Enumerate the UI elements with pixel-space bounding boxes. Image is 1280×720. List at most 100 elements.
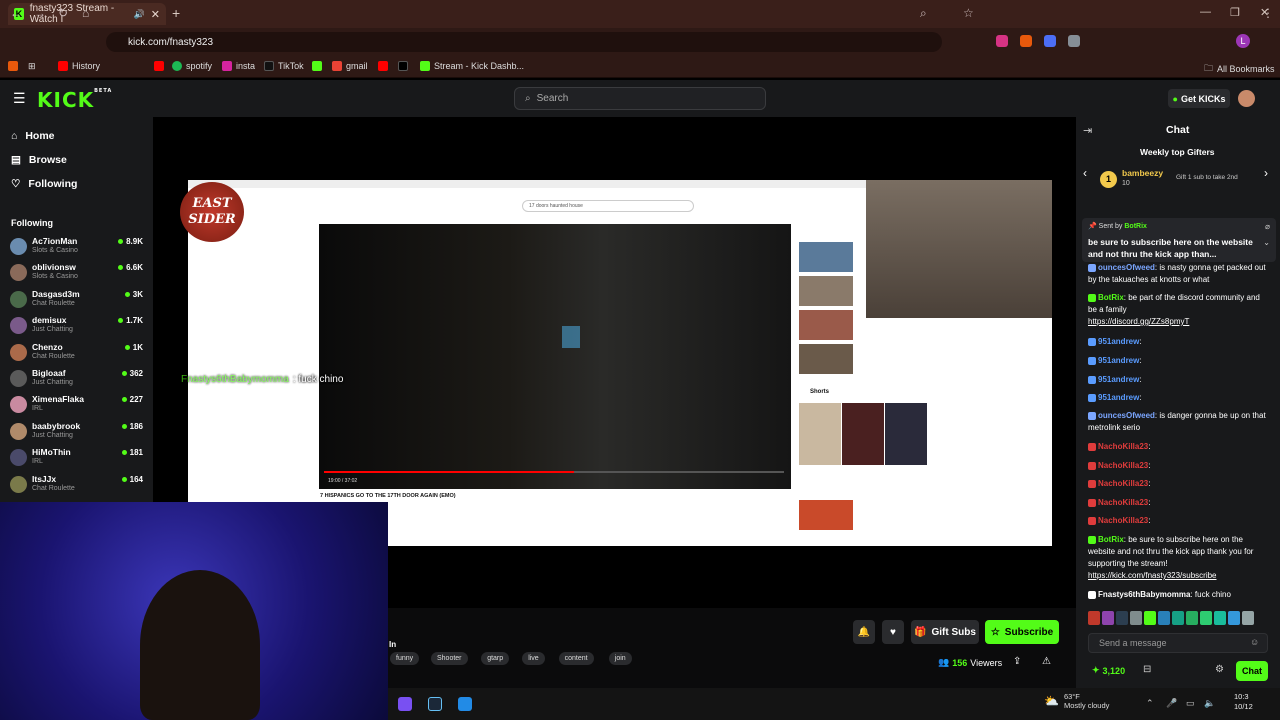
- share-icon[interactable]: ⇪: [1013, 656, 1021, 667]
- follow-heart-button[interactable]: ♥: [882, 620, 904, 644]
- chat-username[interactable]: 951andrew: [1098, 393, 1139, 402]
- top-gifter[interactable]: 1 bambeezy 10 Gift 1 sub to take 2nd: [1100, 168, 1260, 192]
- profile-avatar[interactable]: L: [1236, 34, 1250, 48]
- all-bookmarks[interactable]: 🗀 All Bookmarks: [1204, 61, 1275, 77]
- stream-tag[interactable]: live: [522, 652, 545, 665]
- back-icon[interactable]: ←: [10, 6, 22, 20]
- following-item[interactable]: HiMoThin IRL 181: [10, 447, 146, 471]
- kick-logo[interactable]: KICKBETA: [37, 88, 112, 112]
- minimize-button[interactable]: —: [1200, 6, 1211, 18]
- following-item[interactable]: Ac7ionMan Slots & Casino 8.9K: [10, 236, 146, 260]
- stream-tag[interactable]: funny: [390, 652, 420, 665]
- chat-username[interactable]: Fnastys6thBabymomma: [1098, 590, 1190, 599]
- reload-icon[interactable]: ↻: [58, 6, 68, 20]
- send-chat-button[interactable]: Chat: [1236, 661, 1268, 681]
- emote-bar[interactable]: [1088, 611, 1268, 627]
- mic-icon[interactable]: 🎤: [1166, 698, 1177, 709]
- shield-extension-icon[interactable]: [1068, 35, 1080, 47]
- following-item[interactable]: XimenaFlaka IRL 227: [10, 394, 146, 418]
- chat-link[interactable]: https://discord.gg/ZZs8pmyT: [1088, 317, 1189, 326]
- tray-chevron-icon[interactable]: ⌃: [1146, 698, 1154, 709]
- sidebar-item-browse[interactable]: ▤ Browse: [11, 154, 67, 166]
- chat-username[interactable]: 951andrew: [1098, 375, 1139, 384]
- bookmark-youtube[interactable]: [378, 61, 388, 71]
- system-clock[interactable]: 10:3 10/12: [1234, 692, 1253, 712]
- chat-message[interactable]: 951andrew:: [1088, 355, 1266, 367]
- home-icon[interactable]: ⌂: [82, 6, 89, 20]
- bookmark-history[interactable]: History: [58, 61, 100, 71]
- notification-bell-button[interactable]: 🔔: [853, 620, 875, 644]
- expand-chevron-icon[interactable]: ⌄: [1263, 238, 1270, 247]
- bookmark-x[interactable]: [398, 61, 408, 71]
- steam-taskbar-icon[interactable]: [428, 697, 442, 711]
- bookmark-gmail[interactable]: gmail: [332, 61, 368, 71]
- chat-message[interactable]: ouncesOfweed: is danger gonna be up on t…: [1088, 410, 1266, 434]
- settings-gear-icon[interactable]: ⚙: [1215, 664, 1224, 675]
- app-taskbar-icon[interactable]: [458, 697, 472, 711]
- chat-username[interactable]: NachoKilla23: [1098, 498, 1148, 507]
- send-message-input[interactable]: Send a message: [1088, 633, 1268, 653]
- following-item[interactable]: Bigloaaf Just Chatting 362: [10, 368, 146, 392]
- new-tab-button[interactable]: +: [172, 5, 180, 21]
- report-icon[interactable]: ⚠: [1042, 656, 1051, 667]
- grid-icon[interactable]: ⊞: [28, 61, 36, 72]
- chat-username[interactable]: NachoKilla23: [1098, 479, 1148, 488]
- extension-icon[interactable]: [1044, 35, 1056, 47]
- chat-message[interactable]: BotRix: be sure to subscribe here on the…: [1088, 534, 1266, 582]
- stream-tag[interactable]: gtarp: [481, 652, 510, 665]
- subscribe-button[interactable]: ☆ Subscribe: [985, 620, 1059, 644]
- chevron-left-icon[interactable]: ‹: [1083, 166, 1087, 180]
- weather-widget[interactable]: ⛅ 63°F Mostly cloudy: [1044, 692, 1109, 710]
- chat-username[interactable]: NachoKilla23: [1098, 516, 1148, 525]
- following-item[interactable]: Dasgasd3m Chat Roulette 3K: [10, 289, 146, 313]
- chat-username[interactable]: NachoKilla23: [1098, 461, 1148, 470]
- extension-icon[interactable]: [1020, 35, 1032, 47]
- search-input[interactable]: ⌕ Search: [514, 87, 766, 110]
- stream-tag[interactable]: content: [558, 652, 594, 665]
- network-icon[interactable]: ▭: [1186, 698, 1195, 709]
- chat-message[interactable]: ouncesOfweed: is nasty gonna get packed …: [1088, 262, 1266, 286]
- chat-message[interactable]: NachoKilla23:: [1088, 478, 1266, 490]
- chat-message[interactable]: 951andrew:: [1088, 392, 1266, 404]
- unpin-icon[interactable]: ⌀: [1265, 222, 1270, 231]
- gift-subs-button[interactable]: 🎁 Gift Subs: [911, 620, 979, 644]
- volume-icon[interactable]: 🔈: [1204, 698, 1215, 709]
- collapse-chat-icon[interactable]: ⇥: [1083, 124, 1092, 137]
- following-item[interactable]: oblivionsw Slots & Casino 6.6K: [10, 262, 146, 286]
- chat-link[interactable]: https://kick.com/fnasty323/subscribe: [1088, 571, 1217, 580]
- gift-icon[interactable]: ⊟: [1143, 664, 1151, 675]
- chat-username[interactable]: ouncesOfweed: [1098, 263, 1155, 272]
- chat-username[interactable]: 951andrew: [1098, 356, 1139, 365]
- user-avatar[interactable]: [1238, 90, 1255, 107]
- chat-message[interactable]: NachoKilla23:: [1088, 497, 1266, 509]
- chat-message[interactable]: 951andrew:: [1088, 374, 1266, 386]
- zoom-icon[interactable]: ⌕: [920, 6, 927, 21]
- sidebar-item-home[interactable]: ⌂ Home: [11, 130, 55, 142]
- bookmark-youtube[interactable]: [154, 61, 164, 71]
- stream-tag[interactable]: Shooter: [431, 652, 468, 665]
- emoji-icon[interactable]: ☺: [1250, 637, 1259, 647]
- following-item[interactable]: Chenzo Chat Roulette 1K: [10, 342, 146, 366]
- chat-message[interactable]: NachoKilla23:: [1088, 441, 1266, 453]
- chat-username[interactable]: 951andrew: [1098, 337, 1139, 346]
- chat-username[interactable]: NachoKilla23: [1098, 442, 1148, 451]
- forward-icon[interactable]: →: [34, 6, 46, 20]
- bookmark-stream-dashboard[interactable]: Stream - Kick Dashb...: [420, 61, 524, 71]
- following-item[interactable]: ItsJJx Chat Roulette 164: [10, 474, 146, 498]
- maximize-button[interactable]: ❐: [1230, 6, 1240, 19]
- chat-username[interactable]: ouncesOfweed: [1098, 411, 1155, 420]
- chat-username[interactable]: BotRix: [1098, 293, 1124, 302]
- sidebar-item-following[interactable]: ♡ Following: [11, 178, 77, 190]
- hamburger-menu-icon[interactable]: ☰: [13, 90, 26, 107]
- chat-message[interactable]: BotRix: be part of the discord community…: [1088, 292, 1266, 328]
- menu-dots-icon[interactable]: ⋮: [1262, 6, 1274, 20]
- channel-points[interactable]: ✦ 3,120: [1092, 665, 1125, 676]
- chevron-right-icon[interactable]: ›: [1264, 166, 1268, 180]
- url-field[interactable]: kick.com/fnasty323: [106, 32, 942, 52]
- bookmark-kick[interactable]: [312, 61, 322, 71]
- extension-icon[interactable]: [996, 35, 1008, 47]
- chat-message[interactable]: Fnastys6thBabymomma: fuck chino: [1088, 589, 1266, 601]
- chat-username[interactable]: BotRix: [1098, 535, 1124, 544]
- following-item[interactable]: baabybrook Just Chatting 186: [10, 421, 146, 445]
- pinned-message[interactable]: 📌 Sent by BotRix be sure to subscribe he…: [1082, 218, 1276, 262]
